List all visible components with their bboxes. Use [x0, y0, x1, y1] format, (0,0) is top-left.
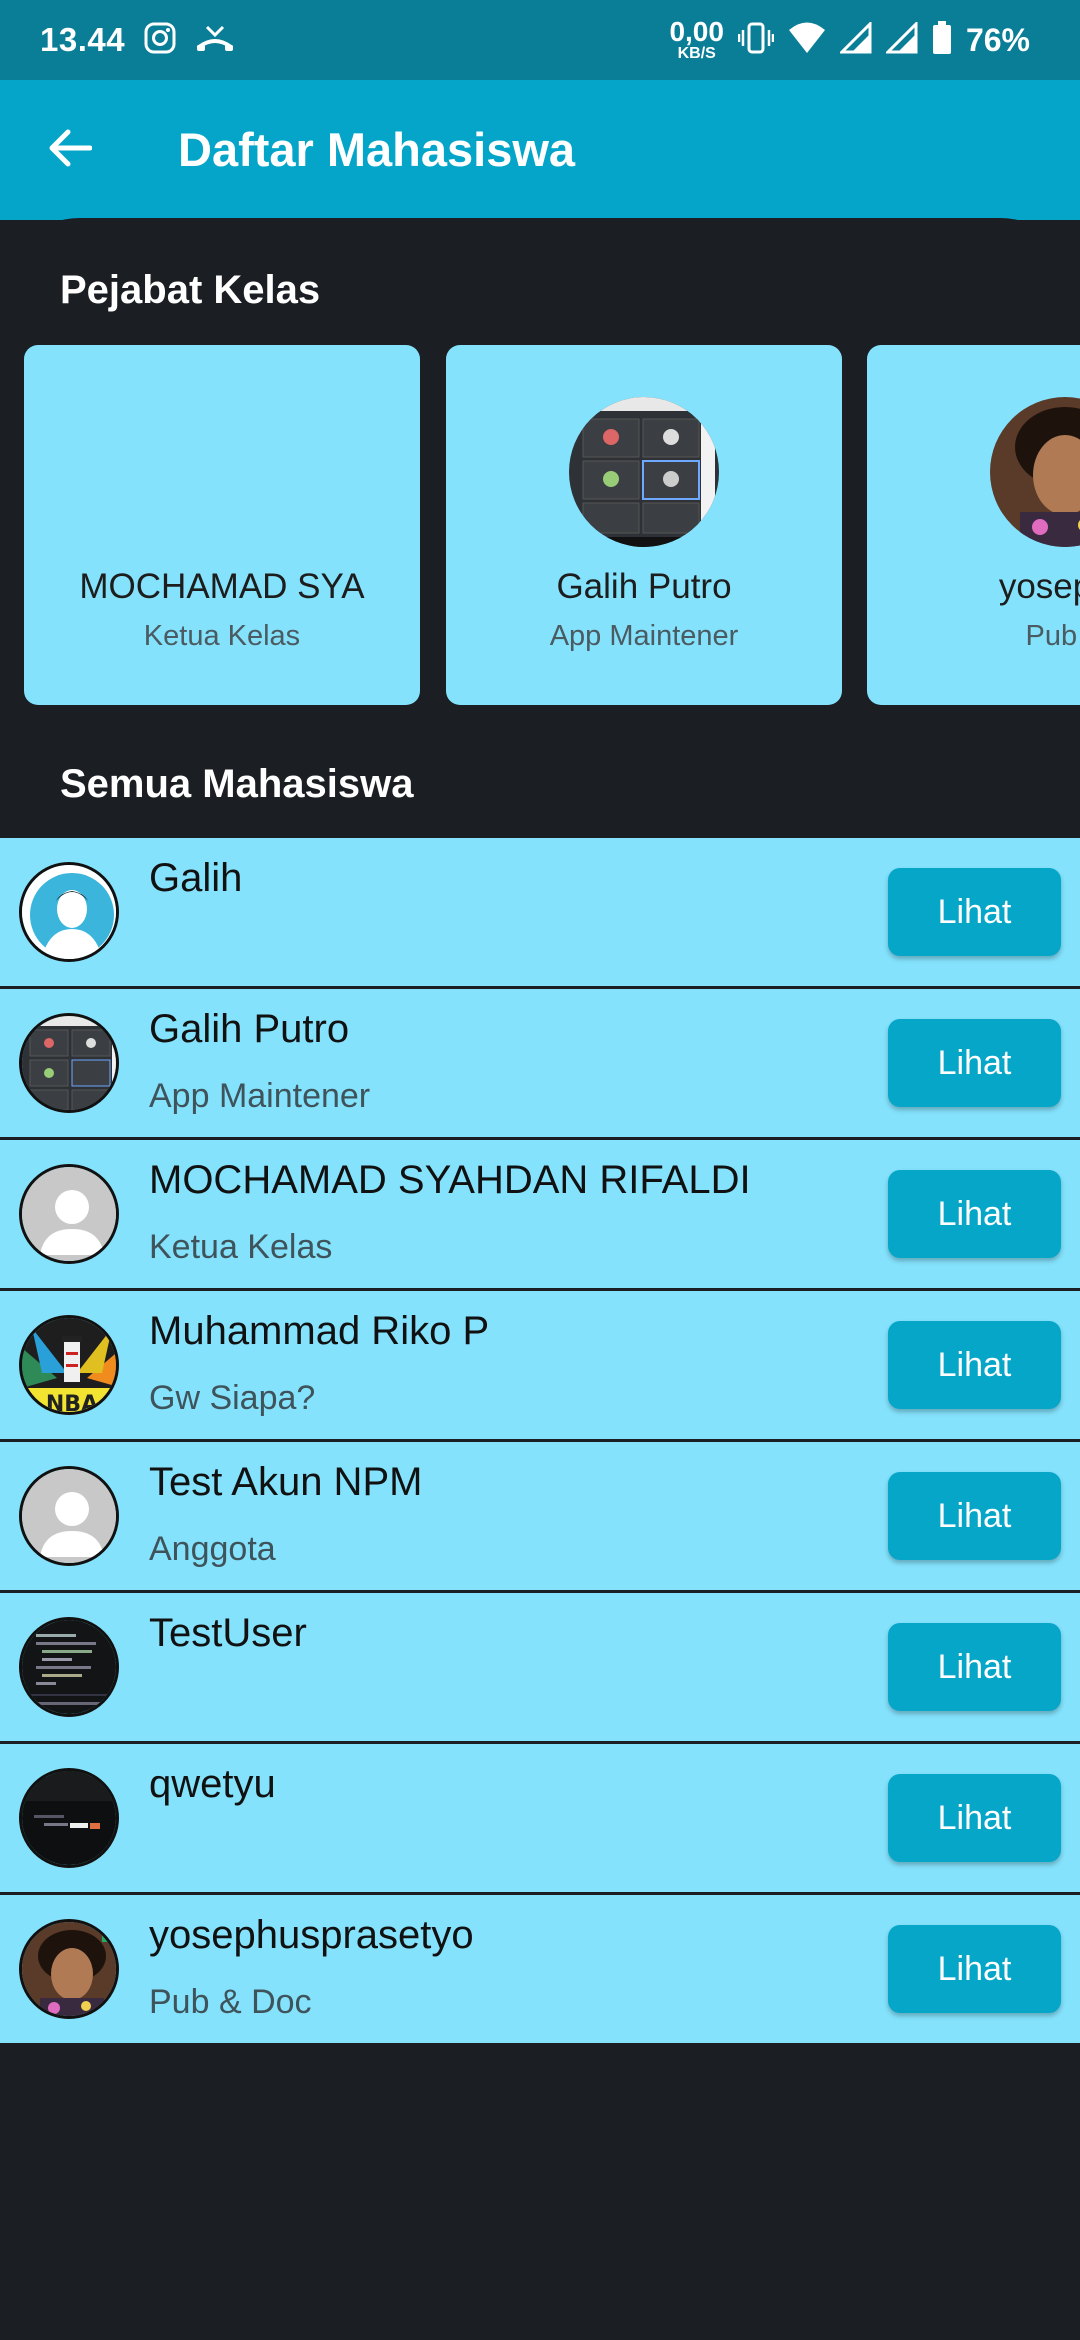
view-button[interactable]: Lihat [888, 1321, 1061, 1409]
svg-text:NBA: NBA [46, 1392, 98, 1415]
view-button[interactable]: Lihat [888, 868, 1061, 956]
wifi-icon [788, 21, 826, 60]
list-item[interactable]: TestUser Lihat [0, 1593, 1080, 1741]
student-role: Ketua Kelas [149, 1228, 333, 1266]
student-role: Pub & Doc [149, 1983, 312, 2021]
student-name: Galih Putro [149, 1007, 350, 1051]
instagram-icon [143, 21, 177, 60]
vibrate-icon [737, 20, 775, 61]
list-item[interactable]: Galih Putro App Maintener Lihat [0, 989, 1080, 1137]
student-role: App Maintener [149, 1077, 371, 1115]
student-avatar [19, 1466, 119, 1566]
battery-percent: 76% [965, 21, 1030, 58]
officer-name: Galih Putro [556, 567, 732, 606]
view-button[interactable]: Lihat [888, 1774, 1061, 1862]
back-button[interactable] [40, 118, 100, 178]
officer-avatar [569, 397, 719, 547]
list-item[interactable]: MOCHAMAD SYAHDAN RIFALDI Ketua Kelas Lih… [0, 1140, 1080, 1288]
signal-icon-1 [838, 19, 872, 59]
officer-avatar [990, 397, 1080, 547]
student-name: TestUser [149, 1611, 307, 1655]
battery-icon [932, 20, 952, 60]
officer-card[interactable]: yosephu Pub & [867, 345, 1080, 705]
list-item[interactable]: NBA Muhammad Riko P Gw Siapa? Lihat [0, 1291, 1080, 1439]
officer-card[interactable]: Galih Putro App Maintener [446, 345, 842, 705]
student-avatar [19, 1617, 119, 1717]
officer-name: MOCHAMAD SYA [79, 567, 365, 606]
student-avatar [19, 1919, 119, 2019]
officer-role: App Maintener [549, 620, 739, 652]
net-speed: 0,00 KB/S [669, 18, 724, 62]
view-button[interactable]: Lihat [888, 1170, 1061, 1258]
officer-role: Pub & [1025, 620, 1080, 652]
student-name: yosephusprasetyo [149, 1913, 474, 1957]
student-role: Anggota [149, 1530, 276, 1568]
status-right: 0,00 KB/S 76% [669, 0, 1030, 80]
list-item[interactable]: yosephusprasetyo Pub & Doc Lihat [0, 1895, 1080, 2043]
all-students-section-title: Semua Mahasiswa [60, 762, 414, 806]
view-button[interactable]: Lihat [888, 1623, 1061, 1711]
officers-section-title: Pejabat Kelas [60, 268, 321, 312]
net-speed-value: 0,00 [669, 16, 724, 47]
student-avatar [19, 1164, 119, 1264]
signal-icon-2 [884, 19, 918, 59]
student-name: Galih [149, 856, 243, 900]
view-button[interactable]: Lihat [888, 1019, 1061, 1107]
student-name: MOCHAMAD SYAHDAN RIFALDI [149, 1158, 751, 1202]
status-bar: 13.44 0,00 KB/S 76% [0, 0, 1080, 80]
status-time: 13.44 [40, 21, 126, 58]
page-title: Daftar Mahasiswa [178, 123, 576, 176]
officer-name: yosephu [998, 567, 1080, 606]
list-item[interactable]: Test Akun NPM Anggota Lihat [0, 1442, 1080, 1590]
app-bar: Daftar Mahasiswa [0, 80, 1080, 220]
view-button[interactable]: Lihat [888, 1925, 1061, 2013]
officer-card[interactable]: MOCHAMAD SYA Ketua Kelas [24, 345, 420, 705]
student-role: Gw Siapa? [149, 1379, 316, 1417]
missed-call-icon [195, 21, 235, 60]
view-button[interactable]: Lihat [888, 1472, 1061, 1560]
student-avatar: NBA [19, 1315, 119, 1415]
student-avatar [19, 1768, 119, 1868]
list-item[interactable]: qwetyu Lihat [0, 1744, 1080, 1892]
student-avatar [19, 862, 119, 962]
net-speed-unit: KB/S [677, 45, 716, 62]
student-name: Muhammad Riko P [149, 1309, 490, 1353]
student-name: Test Akun NPM [149, 1460, 423, 1504]
officer-carousel[interactable]: MOCHAMAD SYA Ketua Kelas Galih Putro App… [0, 345, 1080, 705]
student-avatar [19, 1013, 119, 1113]
arrow-left-icon [49, 129, 92, 167]
student-name: qwetyu [149, 1762, 276, 1806]
officer-role: Ketua Kelas [143, 620, 301, 652]
list-item[interactable]: Galih Lihat [0, 838, 1080, 986]
